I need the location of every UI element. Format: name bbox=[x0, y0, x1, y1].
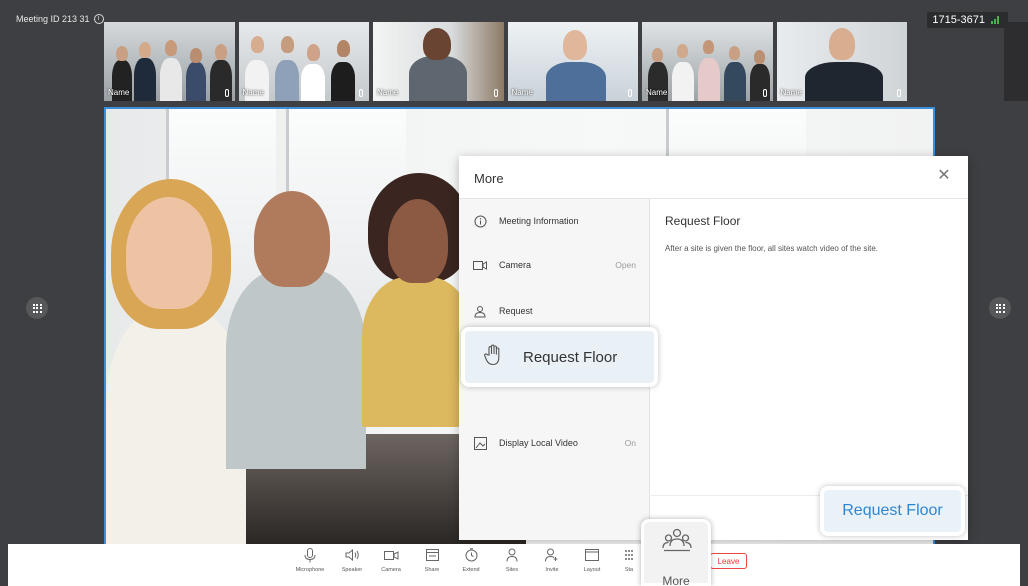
menu-item-meeting-information[interactable]: Meeting Information bbox=[459, 199, 650, 243]
info-icon[interactable]: i bbox=[93, 14, 104, 24]
camera-status: Open bbox=[615, 260, 636, 270]
share-button[interactable]: Share bbox=[414, 547, 450, 581]
thumbnail-name: Name bbox=[377, 88, 399, 97]
thumbnail-name: Name bbox=[242, 88, 264, 97]
participant-thumbnail[interactable]: Name bbox=[373, 22, 504, 101]
thumbnail-name: Name bbox=[108, 88, 130, 97]
microphone-icon bbox=[897, 89, 901, 97]
menu-item-display-local-video[interactable]: Display Local Video On bbox=[459, 421, 650, 465]
layout-button[interactable]: Layout bbox=[574, 547, 610, 581]
dialpad-icon bbox=[621, 547, 637, 563]
extend-label: Extend bbox=[462, 567, 480, 573]
request-icon bbox=[473, 304, 487, 318]
share-label: Share bbox=[424, 567, 440, 573]
dialpad-right-button[interactable] bbox=[989, 297, 1011, 319]
more-icon bbox=[662, 528, 692, 559]
thumbnail-overflow bbox=[1004, 22, 1028, 101]
hand-icon bbox=[483, 343, 503, 371]
bottom-toolbar: Microphone Speaker Camera Share Extend S… bbox=[8, 544, 1020, 586]
sites-label: Sites bbox=[505, 567, 519, 573]
participant-thumbnail[interactable]: Name bbox=[642, 22, 773, 101]
menu-item-camera[interactable]: Camera Open bbox=[459, 243, 650, 287]
microphone-icon bbox=[628, 89, 632, 97]
menu-item-label: Meeting Information bbox=[499, 216, 579, 226]
invite-icon bbox=[544, 547, 560, 563]
thumbnail-strip: Name Name Name Name Name Name bbox=[104, 22, 907, 101]
sites-button[interactable]: Sites bbox=[494, 547, 530, 581]
camera-icon bbox=[473, 258, 487, 272]
participant-thumbnail[interactable]: Name bbox=[238, 22, 369, 101]
menu-item-request-floor[interactable]: Request Floor bbox=[461, 327, 658, 387]
meeting-id: Meeting ID 213 31 i bbox=[16, 14, 104, 24]
leave-button[interactable]: Leave bbox=[710, 553, 747, 569]
share-icon bbox=[424, 547, 440, 563]
signal-icon bbox=[991, 16, 1003, 24]
person-icon bbox=[504, 547, 520, 563]
invite-label: Invite bbox=[545, 567, 559, 573]
dialpad-icon bbox=[32, 303, 42, 313]
microphone-icon bbox=[224, 89, 229, 97]
detail-description: After a site is given the floor, all sit… bbox=[665, 244, 878, 253]
meeting-screen: Meeting ID 213 31 i 1715-3671 Name Name … bbox=[0, 0, 1028, 586]
meeting-id-text: Meeting ID 213 31 bbox=[16, 14, 90, 24]
site-number: 1715-3671 bbox=[932, 14, 985, 26]
participant-thumbnail[interactable]: Name bbox=[776, 22, 907, 101]
menu-item-label: Camera bbox=[499, 260, 532, 270]
info-icon bbox=[473, 214, 487, 228]
microphone-icon bbox=[359, 89, 363, 97]
image-icon bbox=[473, 436, 487, 450]
dialpad-icon bbox=[995, 303, 1005, 313]
microphone-icon bbox=[762, 89, 767, 97]
close-icon[interactable]: ✕ bbox=[936, 168, 952, 184]
thumbnail-name: Name bbox=[646, 88, 668, 97]
more-panel-header: More ✕ bbox=[459, 156, 968, 199]
invite-button[interactable]: Invite bbox=[534, 547, 570, 581]
clock-icon bbox=[463, 547, 479, 563]
more-panel-title: More bbox=[474, 171, 504, 186]
speaker-button[interactable]: Speaker bbox=[334, 547, 370, 581]
menu-item-label: Display Local Video bbox=[499, 438, 578, 448]
dialpad-label: Sta bbox=[624, 567, 634, 573]
microphone-icon bbox=[493, 89, 498, 97]
request-floor-label: Request Floor bbox=[523, 348, 618, 366]
display-local-video-status: On bbox=[624, 438, 636, 448]
request-floor-button[interactable]: Request Floor bbox=[820, 486, 965, 536]
more-button[interactable]: More bbox=[641, 519, 711, 586]
thumbnail-name: Name bbox=[511, 88, 533, 97]
dialpad-button[interactable]: Sta bbox=[615, 547, 643, 581]
layout-label: Layout bbox=[583, 567, 601, 573]
participant-thumbnail[interactable]: Name bbox=[507, 22, 638, 101]
thumbnail-name: Name bbox=[780, 88, 802, 97]
speaker-label: Speaker bbox=[341, 567, 363, 573]
camera-icon bbox=[383, 547, 399, 563]
camera-button[interactable]: Camera bbox=[373, 547, 409, 581]
site-number-badge: 1715-3671 bbox=[927, 12, 1008, 28]
speaker-icon bbox=[344, 547, 360, 563]
camera-label: Camera bbox=[381, 567, 401, 573]
microphone-label: Microphone bbox=[295, 567, 325, 573]
extend-button[interactable]: Extend bbox=[453, 547, 489, 581]
dialpad-left-button[interactable] bbox=[26, 297, 48, 319]
microphone-icon bbox=[302, 547, 318, 563]
microphone-button[interactable]: Microphone bbox=[292, 547, 328, 581]
more-label: More bbox=[662, 574, 690, 586]
detail-title: Request Floor bbox=[665, 214, 741, 228]
participant-thumbnail[interactable]: Name bbox=[104, 22, 235, 101]
layout-icon bbox=[584, 547, 600, 563]
menu-item-label: Request bbox=[499, 306, 533, 316]
